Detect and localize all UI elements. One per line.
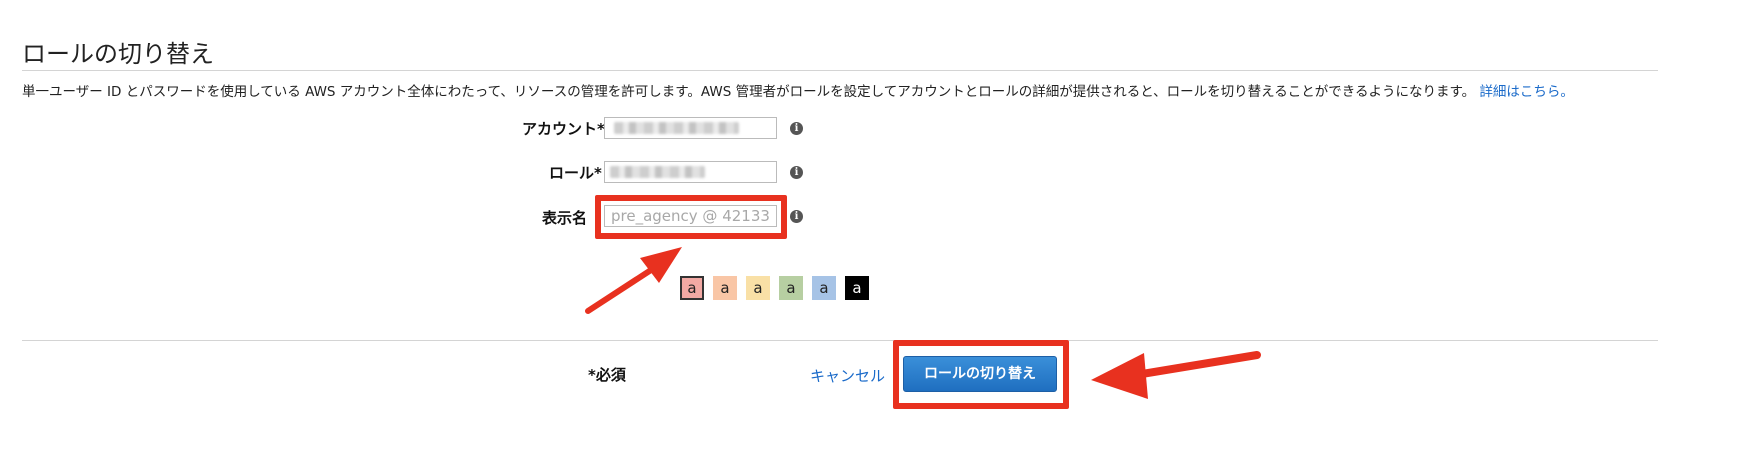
page-title: ロールの切り替え bbox=[22, 40, 214, 68]
annotation-box-switch-button bbox=[893, 340, 1069, 409]
annotation-box-display-name bbox=[595, 195, 787, 239]
annotation-arrow-display-name bbox=[585, 247, 682, 314]
color-swatch-4[interactable]: a bbox=[779, 276, 803, 300]
role-info-icon[interactable]: i bbox=[790, 166, 803, 179]
display-name-info-icon[interactable]: i bbox=[790, 210, 803, 223]
required-note: *必須 bbox=[588, 366, 626, 384]
annotation-arrow-switch-button bbox=[1091, 351, 1261, 399]
color-swatch-5[interactable]: a bbox=[812, 276, 836, 300]
footer-divider bbox=[22, 340, 1658, 341]
color-swatch-1[interactable]: a bbox=[680, 276, 704, 300]
description-text: 単一ユーザー ID とパスワードを使用している AWS アカウント全体にわたって… bbox=[22, 84, 1476, 100]
color-swatch-3[interactable]: a bbox=[746, 276, 770, 300]
title-divider bbox=[22, 70, 1658, 71]
color-swatch-2[interactable]: a bbox=[713, 276, 737, 300]
account-info-icon[interactable]: i bbox=[790, 122, 803, 135]
learn-more-link[interactable]: 詳細はこちら。 bbox=[1479, 84, 1574, 100]
page-description: 単一ユーザー ID とパスワードを使用している AWS アカウント全体にわたって… bbox=[22, 80, 1722, 100]
display-name-label: 表示名 bbox=[542, 209, 588, 227]
color-swatch-6[interactable]: a bbox=[845, 276, 869, 300]
account-value-redacted bbox=[614, 122, 739, 134]
role-label: ロール* bbox=[549, 164, 602, 182]
cancel-link[interactable]: キャンセル bbox=[810, 365, 885, 386]
role-value-redacted bbox=[610, 166, 705, 178]
account-label: アカウント* bbox=[522, 120, 605, 138]
